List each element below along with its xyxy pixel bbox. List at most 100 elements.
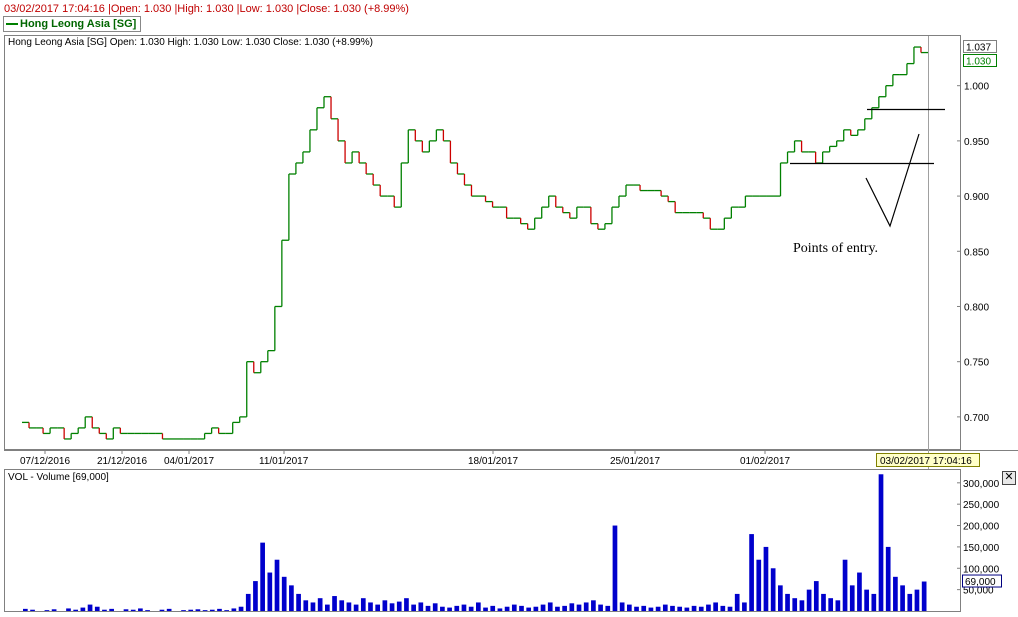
volume-bar xyxy=(87,604,93,611)
volume-bar xyxy=(23,608,28,611)
volume-bar xyxy=(533,606,539,611)
volume-bar xyxy=(94,606,100,611)
close-icon[interactable]: ✕ xyxy=(1002,471,1016,485)
price-y-tick-label: 0.800 xyxy=(964,302,989,313)
volume-bar xyxy=(382,600,388,611)
volume-bar xyxy=(66,608,71,611)
price-y-tick-label: 0.700 xyxy=(964,413,989,424)
volume-bar xyxy=(51,609,57,611)
volume-bar xyxy=(547,602,553,611)
price-y-axis: 0.700 0.750 0.800 0.850 0.900 0.950 1.000 1.037… xyxy=(957,40,997,424)
volume-bar xyxy=(828,598,834,611)
volume-bar xyxy=(130,609,136,611)
volume-bar xyxy=(181,610,186,611)
volume-bar xyxy=(648,607,654,611)
volume-bar xyxy=(742,602,747,611)
volume-bar xyxy=(914,589,920,611)
volume-bar xyxy=(339,600,345,611)
volume-bar xyxy=(325,604,330,611)
volume-bar xyxy=(202,610,208,611)
volume-bar xyxy=(346,602,352,611)
volume-bar xyxy=(274,559,280,611)
volume-bar xyxy=(519,605,524,611)
volume-bar xyxy=(921,581,927,611)
price-y-tick-label: 0.900 xyxy=(964,192,989,203)
date-tick-label: 07/12/2016 xyxy=(20,456,70,467)
volume-bar xyxy=(217,608,222,611)
volume-bar xyxy=(123,609,129,611)
volume-bar xyxy=(821,593,826,611)
volume-bar xyxy=(576,604,582,611)
date-tick-label: 01/02/2017 xyxy=(740,456,790,467)
volume-bar xyxy=(770,568,776,611)
volume-bar xyxy=(360,598,366,611)
date-tick-label: 18/01/2017 xyxy=(468,456,518,467)
volume-bar xyxy=(490,605,496,611)
volume-bar xyxy=(511,604,517,611)
volume-bar xyxy=(245,593,251,611)
cursor-date-label: 03/02/2017 17:04:16 xyxy=(880,456,972,467)
volume-bar xyxy=(734,593,740,611)
volume-bar xyxy=(375,604,381,611)
volume-bar xyxy=(670,605,675,611)
price-y-tick-label: 0.950 xyxy=(964,137,989,148)
stock-chart[interactable]: Hong Leong Asia [SG] Open: 1.030 High: 1… xyxy=(0,0,1018,617)
volume-bar xyxy=(303,600,309,611)
volume-bar xyxy=(231,608,237,611)
volume-bar xyxy=(526,607,532,611)
volume-bar xyxy=(260,542,265,611)
volume-bar xyxy=(454,605,460,611)
volume-bar xyxy=(44,610,50,611)
volume-bar xyxy=(900,585,905,611)
volume-bar xyxy=(145,610,150,611)
volume-bar xyxy=(864,589,869,611)
volume-bar xyxy=(792,598,798,611)
volume-bar xyxy=(756,559,762,611)
volume-bar xyxy=(411,604,416,611)
volume-bar xyxy=(540,604,546,611)
volume-bar xyxy=(461,604,467,611)
volume-last-label: 69,000 xyxy=(965,577,996,588)
volume-bar xyxy=(799,600,805,611)
volume-y-tick-label: 300,000 xyxy=(963,479,1000,490)
volume-bar xyxy=(447,607,452,611)
volume-bar xyxy=(684,607,690,611)
volume-bar xyxy=(253,581,258,611)
volume-bar xyxy=(691,605,697,611)
volume-bar xyxy=(569,603,575,611)
volume-bar xyxy=(102,609,107,611)
volume-bar xyxy=(224,610,230,611)
volume-bar xyxy=(763,546,769,611)
volume-bar xyxy=(476,602,481,611)
volume-bar xyxy=(432,603,438,611)
volume-bar xyxy=(80,607,86,611)
last-value-label: 1.030 xyxy=(966,57,991,68)
price-y-tick-label: 0.750 xyxy=(964,358,989,369)
volume-bar xyxy=(598,604,603,611)
volume-bar xyxy=(418,602,424,611)
volume-bar xyxy=(662,604,668,611)
volume-bar xyxy=(332,596,337,611)
volume-bar xyxy=(591,600,596,611)
date-tick-label: 04/01/2017 xyxy=(164,456,214,467)
price-y-tick-label: 1.000 xyxy=(964,82,989,93)
volume-bar xyxy=(396,601,402,611)
volume-bar xyxy=(849,585,855,611)
volume-bar xyxy=(634,606,639,611)
volume-panel-header: VOL - Volume [69,000] xyxy=(8,472,109,483)
volume-bar xyxy=(885,546,891,611)
volume-bar xyxy=(778,585,783,611)
volume-bar xyxy=(109,608,114,611)
high-value-label: 1.037 xyxy=(966,43,991,54)
volume-bar xyxy=(907,593,913,611)
volume-bar xyxy=(281,576,287,611)
volume-y-tick-label: 150,000 xyxy=(963,543,1000,554)
volume-bar xyxy=(73,609,79,611)
volume-bar xyxy=(605,605,611,611)
volume-bar xyxy=(468,606,474,611)
volume-bar xyxy=(842,559,848,611)
volume-bar xyxy=(159,609,165,611)
volume-bar xyxy=(267,572,273,611)
volume-bar xyxy=(857,572,862,611)
volume-bar xyxy=(677,606,683,611)
